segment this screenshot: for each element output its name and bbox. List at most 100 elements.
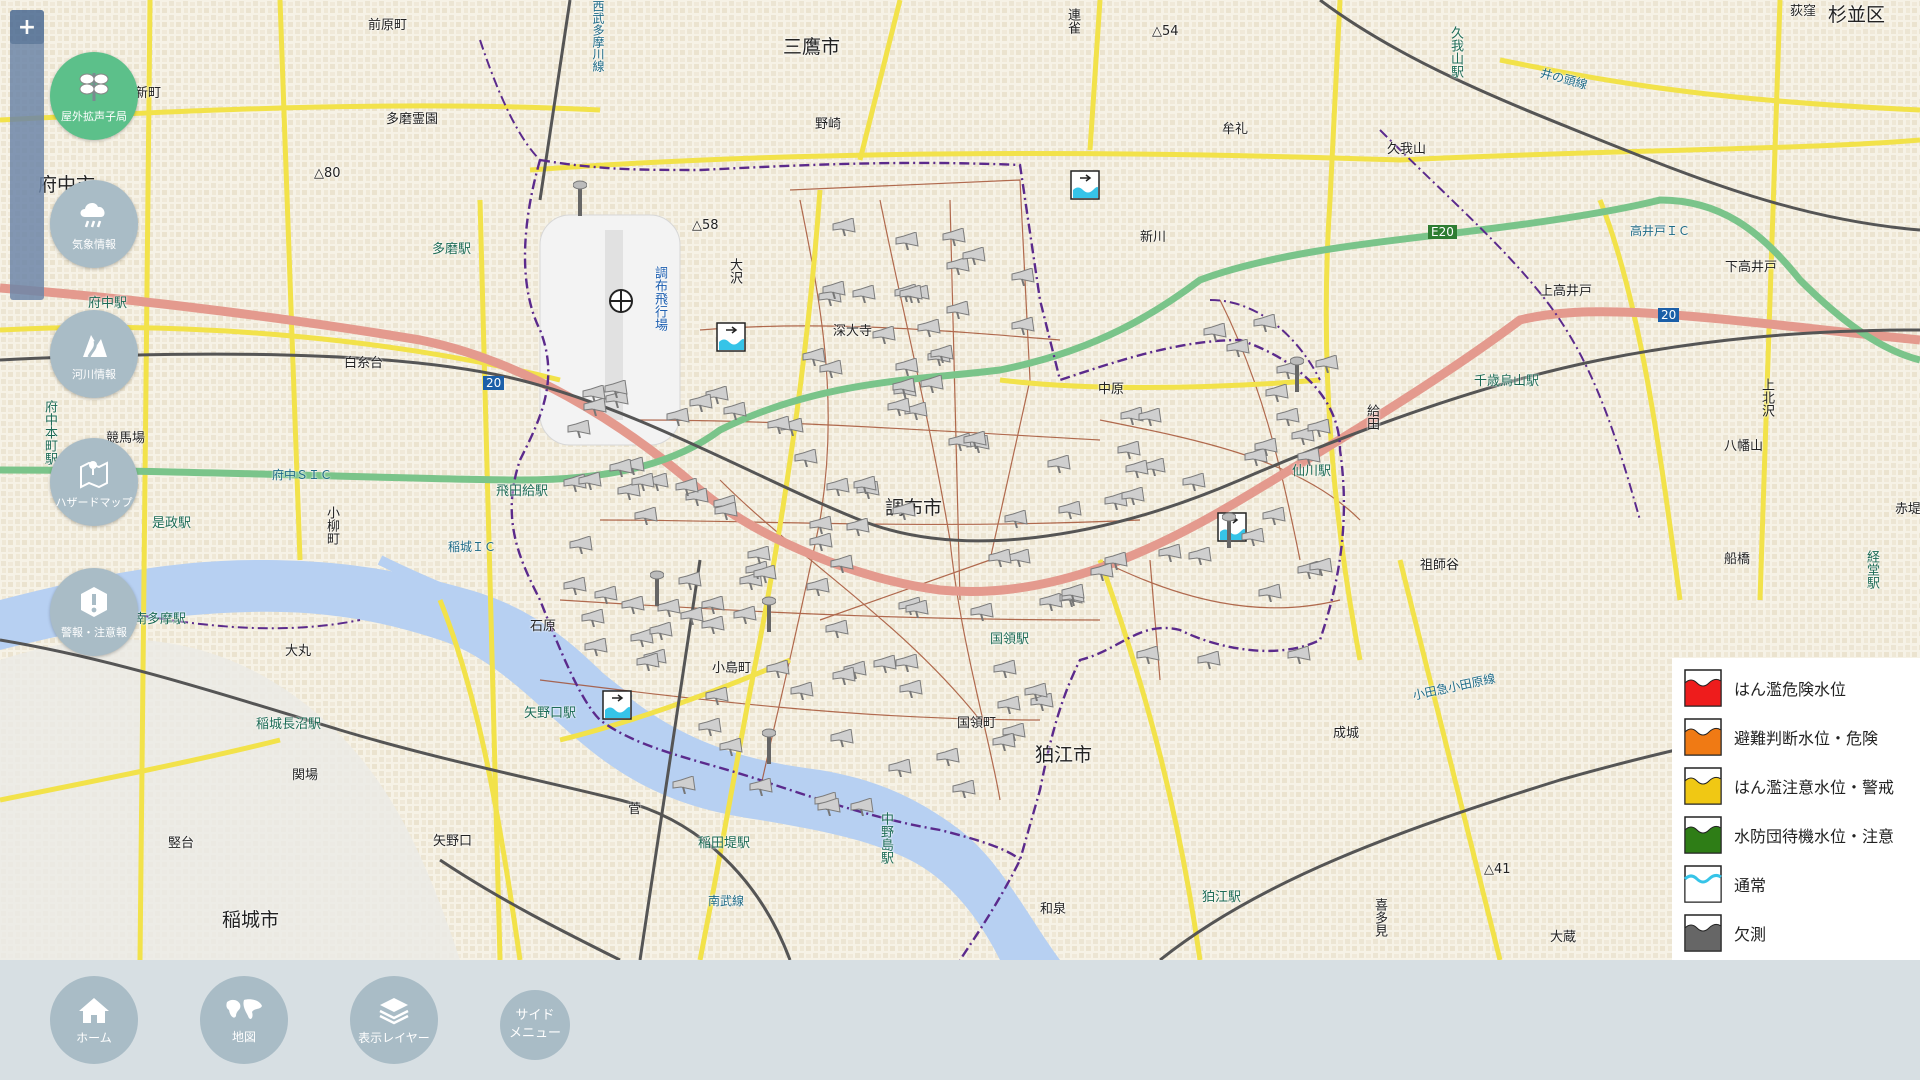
loudspeaker-marker-icon[interactable]: [700, 595, 726, 614]
loudspeaker-marker-icon[interactable]: [1187, 547, 1213, 566]
speaker-tower-icon[interactable]: [762, 728, 776, 764]
loudspeaker-marker-icon[interactable]: [1124, 460, 1150, 479]
loudspeaker-marker-icon[interactable]: [935, 747, 961, 766]
loudspeaker-marker-icon[interactable]: [916, 318, 942, 337]
loudspeaker-marker-icon[interactable]: [987, 548, 1013, 567]
loudspeaker-marker-icon[interactable]: [766, 415, 792, 434]
loudspeaker-marker-icon[interactable]: [582, 397, 608, 416]
speaker-tower-icon[interactable]: [762, 596, 776, 632]
zoom-control[interactable]: +: [10, 10, 44, 300]
loudspeaker-marker-icon[interactable]: [1286, 646, 1312, 665]
loudspeaker-marker-icon[interactable]: [801, 348, 827, 367]
loudspeaker-marker-icon[interactable]: [894, 653, 920, 672]
loudspeaker-marker-icon[interactable]: [961, 247, 987, 266]
loudspeaker-marker-icon[interactable]: [562, 576, 588, 595]
loudspeaker-marker-icon[interactable]: [746, 546, 772, 565]
loudspeaker-marker-icon[interactable]: [894, 232, 920, 251]
loudspeaker-marker-icon[interactable]: [886, 398, 912, 417]
loudspeaker-marker-icon[interactable]: [1196, 650, 1222, 669]
speaker-tower-icon[interactable]: [1222, 512, 1236, 548]
loudspeaker-marker-icon[interactable]: [765, 660, 791, 679]
loudspeaker-marker-icon[interactable]: [633, 506, 659, 525]
loudspeaker-marker-icon[interactable]: [849, 797, 875, 816]
loudspeaker-marker-icon[interactable]: [872, 654, 898, 673]
loudspeaker-marker-icon[interactable]: [1060, 584, 1086, 603]
loudspeaker-marker-icon[interactable]: [789, 682, 815, 701]
loudspeaker-marker-icon[interactable]: [1240, 527, 1266, 546]
loudspeaker-marker-icon[interactable]: [992, 659, 1018, 678]
loudspeaker-marker-icon[interactable]: [829, 728, 855, 747]
loudspeaker-marker-icon[interactable]: [1157, 543, 1183, 562]
speaker-tower-icon[interactable]: [1290, 356, 1304, 392]
loudspeaker-marker-icon[interactable]: [722, 402, 748, 421]
river-info-button[interactable]: 河川情報: [50, 310, 138, 398]
loudspeaker-marker-icon[interactable]: [831, 218, 857, 237]
loudspeaker-marker-icon[interactable]: [1003, 509, 1029, 528]
loudspeaker-marker-icon[interactable]: [697, 717, 723, 736]
loudspeaker-marker-icon[interactable]: [852, 475, 878, 494]
loudspeaker-marker-icon[interactable]: [593, 586, 619, 605]
loudspeaker-marker-icon[interactable]: [887, 759, 913, 778]
loudspeaker-marker-icon[interactable]: [904, 600, 930, 619]
loudspeaker-marker-icon[interactable]: [808, 533, 834, 552]
loudspeaker-marker-icon[interactable]: [674, 478, 700, 497]
loudspeaker-marker-icon[interactable]: [1264, 384, 1290, 403]
loudspeaker-marker-icon[interactable]: [566, 420, 592, 439]
map-canvas[interactable]: 三鷹市 杉並区 府中市 調布市 狛江市 稲城市 前原町 新町 多磨霊園 野崎 新…: [0, 0, 1920, 960]
loudspeaker-marker-icon[interactable]: [1010, 316, 1036, 335]
loudspeaker-marker-icon[interactable]: [1116, 441, 1142, 460]
loudspeaker-marker-icon[interactable]: [824, 620, 850, 639]
loudspeaker-marker-icon[interactable]: [700, 615, 726, 634]
loudspeaker-marker-icon[interactable]: [665, 408, 691, 427]
loudspeaker-marker-icon[interactable]: [898, 284, 924, 303]
loudspeaker-marker-icon[interactable]: [713, 501, 739, 520]
loudspeaker-marker-icon[interactable]: [732, 606, 758, 625]
loudspeaker-marker-icon[interactable]: [1308, 558, 1334, 577]
loudspeaker-marker-icon[interactable]: [1314, 355, 1340, 374]
loudspeaker-marker-icon[interactable]: [941, 227, 967, 246]
loudspeaker-marker-icon[interactable]: [718, 737, 744, 756]
loudspeaker-marker-icon[interactable]: [1010, 268, 1036, 287]
loudspeaker-marker-icon[interactable]: [677, 572, 703, 591]
loudspeaker-marker-icon[interactable]: [898, 679, 924, 698]
loudspeaker-marker-icon[interactable]: [1057, 501, 1083, 520]
loudspeaker-marker-icon[interactable]: [969, 602, 995, 621]
loudspeaker-marker-icon[interactable]: [808, 516, 834, 535]
loudspeaker-marker-icon[interactable]: [805, 578, 831, 597]
speaker-tower-icon[interactable]: [573, 180, 587, 216]
loudspeaker-marker-icon[interactable]: [919, 375, 945, 394]
loudspeaker-marker-icon[interactable]: [816, 797, 842, 816]
loudspeaker-marker-icon[interactable]: [945, 301, 971, 320]
loudspeaker-marker-icon[interactable]: [608, 459, 634, 478]
loudspeaker-marker-icon[interactable]: [1103, 552, 1129, 571]
loudspeaker-marker-icon[interactable]: [894, 358, 920, 377]
loudspeaker-marker-icon[interactable]: [1261, 507, 1287, 526]
loudspeaker-marker-icon[interactable]: [1275, 407, 1301, 426]
loudspeaker-marker-icon[interactable]: [1135, 645, 1161, 664]
loudspeaker-marker-icon[interactable]: [1202, 322, 1228, 341]
loudspeaker-marker-icon[interactable]: [829, 554, 855, 573]
loudspeaker-marker-icon[interactable]: [1137, 408, 1163, 427]
loudspeaker-marker-icon[interactable]: [704, 686, 730, 705]
loudspeaker-marker-icon[interactable]: [1252, 313, 1278, 332]
loudspeaker-marker-icon[interactable]: [996, 696, 1022, 715]
loudspeaker-marker-icon[interactable]: [951, 779, 977, 798]
river-gauge-icon[interactable]: [602, 690, 632, 720]
river-gauge-icon[interactable]: [716, 322, 746, 352]
loudspeaker-marker-icon[interactable]: [991, 733, 1017, 752]
loudspeaker-marker-icon[interactable]: [577, 472, 603, 491]
loudspeaker-marker-icon[interactable]: [568, 536, 594, 555]
layers-button[interactable]: 表示レイヤー: [350, 976, 438, 1064]
loudspeaker-marker-icon[interactable]: [583, 637, 609, 656]
loudspeaker-marker-icon[interactable]: [1225, 338, 1251, 357]
warnings-button[interactable]: 警報・注意報: [50, 568, 138, 656]
outdoor-speaker-button[interactable]: 屋外拡声子局: [50, 52, 138, 140]
loudspeaker-marker-icon[interactable]: [1120, 487, 1146, 506]
loudspeaker-marker-icon[interactable]: [845, 518, 871, 537]
loudspeaker-marker-icon[interactable]: [891, 378, 917, 397]
loudspeaker-marker-icon[interactable]: [620, 595, 646, 614]
loudspeaker-marker-icon[interactable]: [648, 621, 674, 640]
loudspeaker-marker-icon[interactable]: [1023, 683, 1049, 702]
loudspeaker-marker-icon[interactable]: [671, 775, 697, 794]
zoom-in-button[interactable]: +: [10, 10, 44, 44]
